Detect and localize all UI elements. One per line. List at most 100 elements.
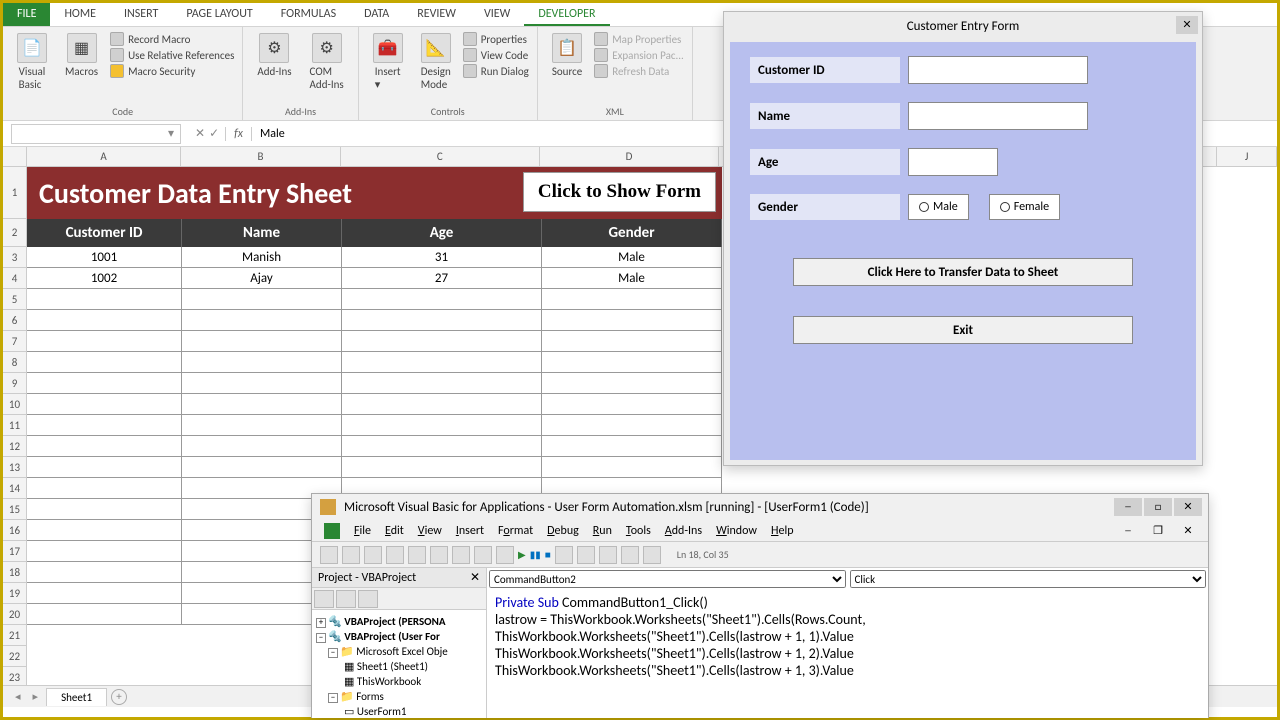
row-header[interactable]: 2 xyxy=(3,219,27,247)
row-header[interactable]: 8 xyxy=(3,352,27,373)
row-header[interactable]: 13 xyxy=(3,457,27,478)
menu-debug[interactable]: Debug xyxy=(547,524,579,538)
insert-control-button[interactable]: 🧰Insert▾ xyxy=(367,31,409,93)
row-header[interactable]: 20 xyxy=(3,604,27,625)
fx-button[interactable]: fx xyxy=(225,127,251,141)
table-row[interactable] xyxy=(27,331,722,352)
col-header-a[interactable]: A xyxy=(27,147,181,167)
code-editor[interactable]: Private Sub CommandButton1_Click()lastro… xyxy=(487,590,1208,718)
row-header[interactable]: 16 xyxy=(3,520,27,541)
tab-developer[interactable]: DEVELOPER xyxy=(524,3,609,26)
cancel-icon[interactable]: ✕ xyxy=(195,126,205,141)
tab-insert[interactable]: INSERT xyxy=(110,3,172,26)
table-row[interactable]: 1002Ajay27Male xyxy=(27,268,722,289)
table-row[interactable] xyxy=(27,373,722,394)
add-sheet-button[interactable]: + xyxy=(111,689,127,705)
excel-icon[interactable] xyxy=(324,523,340,539)
col-header-j[interactable]: J xyxy=(1217,147,1277,167)
table-row[interactable] xyxy=(27,394,722,415)
mdi-close[interactable]: ✕ xyxy=(1174,522,1202,540)
addins-button[interactable]: ⚙Add-Ins xyxy=(251,31,297,80)
com-addins-button[interactable]: ⚙COMAdd-Ins xyxy=(304,31,350,93)
row-header[interactable]: 5 xyxy=(3,289,27,310)
view-code-button[interactable]: View Code xyxy=(463,47,529,63)
row-header[interactable]: 19 xyxy=(3,583,27,604)
col-header-d[interactable]: D xyxy=(540,147,719,167)
row-header[interactable]: 9 xyxy=(3,373,27,394)
tool-undo[interactable] xyxy=(474,546,492,564)
menu-edit[interactable]: Edit xyxy=(385,524,404,538)
relative-refs-button[interactable]: Use Relative References xyxy=(110,47,234,63)
tab-review[interactable]: REVIEW xyxy=(403,3,470,26)
table-row[interactable] xyxy=(27,310,722,331)
transfer-button[interactable]: Click Here to Transfer Data to Sheet xyxy=(793,258,1133,286)
row-header[interactable]: 17 xyxy=(3,541,27,562)
tool-run[interactable]: ▶ xyxy=(518,548,526,561)
menu-help[interactable]: Help xyxy=(771,524,794,538)
table-row[interactable] xyxy=(27,352,722,373)
record-macro-button[interactable]: Record Macro xyxy=(110,31,234,47)
source-button[interactable]: 📋Source xyxy=(546,31,588,80)
name-box[interactable]: ▾ xyxy=(11,124,181,144)
input-customer-id[interactable] xyxy=(908,56,1088,84)
tool-browser[interactable] xyxy=(621,546,639,564)
menu-view[interactable]: View xyxy=(418,524,442,538)
menu-format[interactable]: Format xyxy=(498,524,533,538)
maximize-button[interactable]: □ xyxy=(1144,498,1172,516)
view-object-icon[interactable] xyxy=(336,590,356,608)
row-header[interactable]: 6 xyxy=(3,310,27,331)
tool-save[interactable] xyxy=(364,546,382,564)
row-header[interactable]: 12 xyxy=(3,436,27,457)
table-row[interactable]: 1001Manish31Male xyxy=(27,247,722,268)
tool-stop[interactable]: ■ xyxy=(545,548,551,561)
close-button[interactable]: ✕ xyxy=(1176,16,1198,34)
tool-paste[interactable] xyxy=(430,546,448,564)
mdi-restore[interactable]: ❐ xyxy=(1144,522,1172,540)
menu-addins[interactable]: Add-Ins xyxy=(665,524,702,538)
menu-window[interactable]: Window xyxy=(716,524,757,538)
select-all-corner[interactable] xyxy=(3,147,27,167)
tool-toolbox[interactable] xyxy=(643,546,661,564)
procedure-dropdown[interactable]: Click xyxy=(850,570,1207,588)
tab-data[interactable]: DATA xyxy=(350,3,403,26)
col-header-c[interactable]: C xyxy=(341,147,540,167)
tab-file[interactable]: FILE xyxy=(3,3,50,26)
row-header[interactable]: 11 xyxy=(3,415,27,436)
tab-page-layout[interactable]: PAGE LAYOUT xyxy=(172,3,266,26)
object-dropdown[interactable]: CommandButton2 xyxy=(489,570,846,588)
project-tree[interactable]: +🔩 VBAProject (PERSONA −🔩 VBAProject (Us… xyxy=(312,610,486,718)
table-row[interactable] xyxy=(27,289,722,310)
col-header-b[interactable]: B xyxy=(181,147,340,167)
tab-view[interactable]: VIEW xyxy=(470,3,524,26)
design-mode-button[interactable]: 📐DesignMode xyxy=(415,31,457,93)
tool-props[interactable] xyxy=(599,546,617,564)
row-header[interactable]: 1 xyxy=(3,167,27,219)
userform-titlebar[interactable]: Customer Entry Form ✕ xyxy=(724,12,1202,40)
macros-button[interactable]: ▦Macros xyxy=(59,31,104,80)
tool-design[interactable] xyxy=(555,546,573,564)
radio-male[interactable]: Male xyxy=(908,194,969,220)
tool-project[interactable] xyxy=(577,546,595,564)
mdi-minimize[interactable]: ─ xyxy=(1114,522,1142,540)
close-icon[interactable]: ✕ xyxy=(470,570,480,585)
run-dialog-button[interactable]: Run Dialog xyxy=(463,63,529,79)
tab-formulas[interactable]: FORMULAS xyxy=(267,3,350,26)
radio-female[interactable]: Female xyxy=(989,194,1060,220)
row-header[interactable]: 10 xyxy=(3,394,27,415)
tool-cut[interactable] xyxy=(386,546,404,564)
row-header[interactable]: 22 xyxy=(3,646,27,667)
row-header[interactable]: 7 xyxy=(3,331,27,352)
close-button[interactable]: ✕ xyxy=(1174,498,1202,516)
menu-file[interactable]: File xyxy=(354,524,371,538)
vbe-titlebar[interactable]: Microsoft Visual Basic for Applications … xyxy=(312,494,1208,520)
sheet-tab-sheet1[interactable]: Sheet1 xyxy=(46,688,107,706)
exit-button[interactable]: Exit xyxy=(793,316,1133,344)
input-name[interactable] xyxy=(908,102,1088,130)
row-header[interactable]: 15 xyxy=(3,499,27,520)
row-header[interactable]: 21 xyxy=(3,625,27,646)
table-row[interactable] xyxy=(27,415,722,436)
table-row[interactable] xyxy=(27,436,722,457)
row-header[interactable]: 14 xyxy=(3,478,27,499)
visual-basic-button[interactable]: 📄VisualBasic xyxy=(11,31,53,93)
menu-run[interactable]: Run xyxy=(593,524,612,538)
